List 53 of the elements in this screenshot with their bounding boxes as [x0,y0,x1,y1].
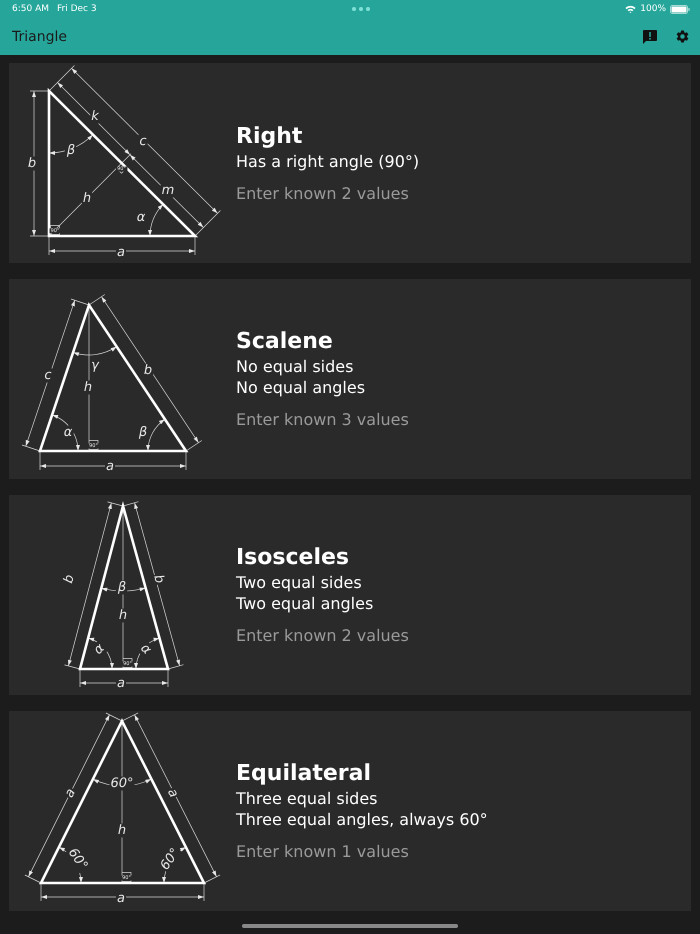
card-hint: Enter known 3 values [236,410,409,429]
card-hint: Enter known 1 values [236,842,410,861]
card-description: Three equal sides [236,788,379,809]
diagram-label: h [118,608,128,623]
diagram-label: γ [91,358,99,373]
diagram-label: 60° [64,846,90,874]
card-description: Has a right angle (90°) [236,150,420,172]
card-hint: Enter known 2 values [236,184,410,202]
diagram-label: α [64,425,72,440]
diagram-label: α [91,641,108,658]
wifi-icon [625,5,636,13]
diagram-label: h [84,380,92,395]
battery-percentage: 100% [640,4,666,14]
diagram-label: a [117,676,125,691]
battery-icon [670,4,690,14]
diagram-label: a [62,786,79,800]
card-description: No equal sides [236,356,354,377]
settings-icon[interactable] [675,29,690,44]
card-description: Three equal angles, always 60° [236,809,488,830]
diagram-label: h [118,823,126,838]
diagram-label: c [44,368,52,383]
diagram-label: b [144,363,152,378]
card-description: Two equal sides [236,572,363,593]
diagram-label: β [118,580,126,595]
feedback-icon[interactable] [643,30,657,44]
app-title: Triangle [12,28,68,44]
card-title: Isosceles [236,545,350,570]
status-time: 6:50 AM [12,4,49,14]
card-description: Two equal angles [236,593,374,614]
status-date: Fri Dec 3 [57,4,97,14]
diagram-label: β [66,143,76,158]
diagram-label: b [150,573,167,586]
diagram-label: c [139,134,147,149]
diagram-label: k [91,109,99,124]
diagram-label: 60° [158,846,184,874]
card-title: Equilateral [236,761,372,786]
card-description: No equal angles [236,377,366,398]
multitasking-dots-icon [352,7,370,11]
diagram-label: a [117,891,125,906]
diagram-label: 60° [110,776,134,791]
diagram-label: a [117,245,125,260]
diagram-label: a [164,786,182,800]
diagram-label: h [82,191,92,206]
diagram-label: b [61,573,78,586]
diagram-label: α [137,641,154,658]
card-hint: Enter known 2 values [236,626,409,645]
diagram-label: a [106,459,114,474]
diagram-label: β [138,425,148,440]
diagram-label: b [28,156,36,171]
diagram-label: m [162,183,174,198]
card-title: Scalene [236,329,334,354]
diagram-label: α [136,210,146,225]
card-title: Right [236,124,304,148]
